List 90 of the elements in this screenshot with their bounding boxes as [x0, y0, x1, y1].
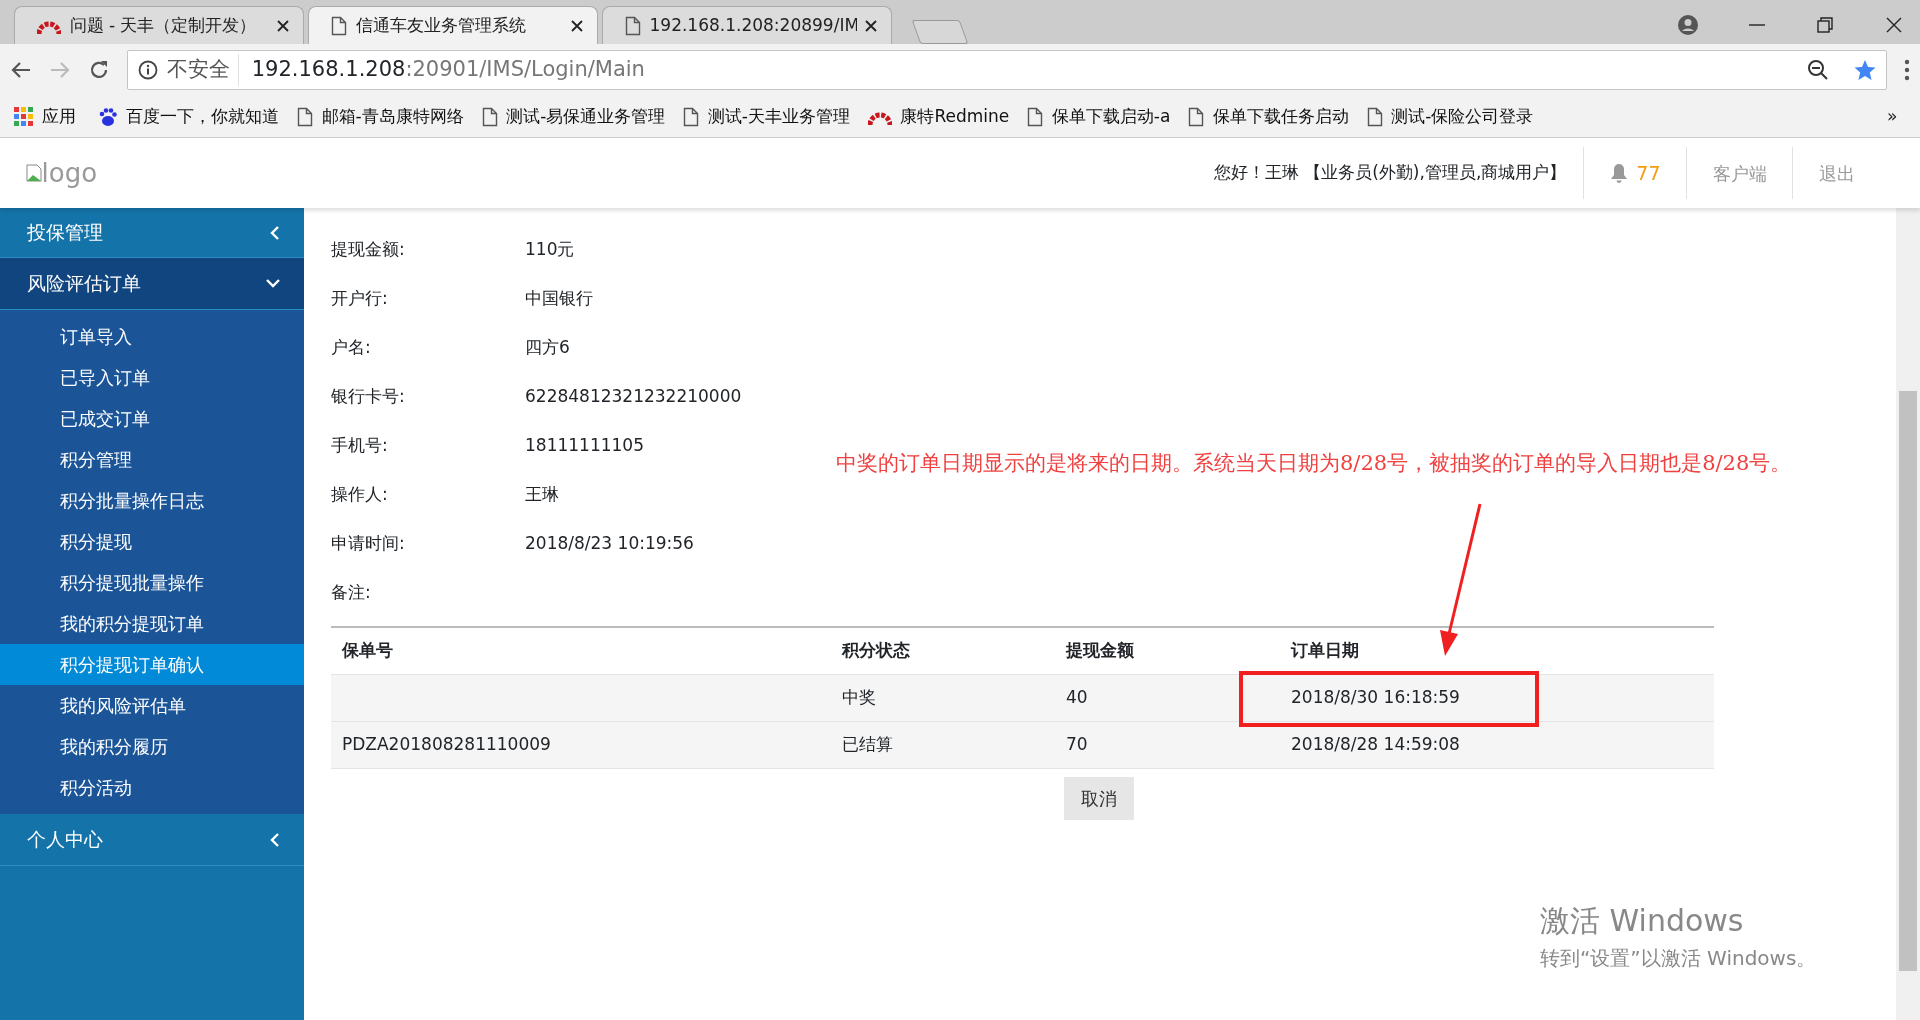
cancel-button[interactable]: 取消 — [1064, 777, 1134, 820]
notification-count: 77 — [1636, 160, 1661, 186]
bell-icon — [1609, 163, 1628, 183]
page-icon — [1366, 106, 1383, 127]
bookmark-link[interactable]: 测试-保险公司登录 — [1391, 103, 1534, 130]
sidebar-item[interactable]: 积分提现批量操作 — [0, 562, 304, 603]
greeting-text: 您好！王琳 【业务员(外勤),管理员,商城用户】 — [1213, 161, 1568, 185]
close-icon — [1885, 16, 1903, 34]
scrollbar[interactable] — [1896, 208, 1920, 1020]
field-value: 四方6 — [525, 335, 570, 359]
restore-icon — [1816, 16, 1834, 34]
field-value: 王琳 — [525, 482, 559, 506]
field-label: 户名: — [331, 335, 372, 359]
column-header: 订单日期 — [1291, 638, 1360, 662]
bookmark-link[interactable]: 邮箱-青岛康特网络 — [321, 103, 464, 130]
apps-grid-icon — [14, 107, 33, 126]
star-icon — [1854, 59, 1876, 81]
minimize-icon — [1749, 24, 1765, 26]
annotation-text: 中奖的订单日期显示的是将来的日期。系统当天日期为8/28号，被抽奖的订单的导入日期也是8/28号。 — [836, 450, 1792, 477]
close-icon — [865, 19, 877, 32]
profile-icon — [1678, 15, 1698, 35]
activation-title: 激活 Windows — [1540, 902, 1745, 940]
close-icon — [277, 19, 289, 32]
field-value: 18111111105 — [525, 433, 644, 457]
field-value: 62284812321232210000 — [525, 384, 742, 408]
table-cell: 中奖 — [842, 686, 876, 707]
page-icon — [683, 106, 700, 127]
field-label: 手机号: — [331, 433, 389, 457]
security-label: 不安全 — [166, 54, 239, 86]
sidebar-item[interactable]: 积分提现订单确认 — [0, 644, 304, 685]
browser-tab[interactable]: 问题 - 天丰（定制开发） — [14, 6, 304, 44]
chevron-left-icon — [270, 832, 280, 847]
field-label: 备注: — [331, 580, 372, 604]
bookmark-link[interactable]: 保单下载启动-a — [1051, 103, 1171, 130]
page-icon — [331, 15, 347, 36]
chevron-left-icon — [270, 225, 280, 240]
field-label: 提现金额: — [331, 237, 406, 261]
reload-icon — [88, 59, 110, 81]
bookmark-link[interactable]: 百度一下，你就知道 — [126, 103, 279, 130]
column-header: 提现金额 — [1066, 638, 1135, 662]
column-header: 积分状态 — [842, 638, 911, 662]
field-value: 110元 — [525, 237, 575, 261]
browser-tab[interactable]: 信通车友业务管理系统 — [308, 6, 598, 44]
sidebar-item[interactable]: 积分提现 — [0, 521, 304, 562]
table-cell: 40 — [1066, 686, 1088, 707]
field-value: 2018/8/23 10:19:56 — [525, 531, 694, 555]
sidebar-group[interactable]: 风险评估订单 — [0, 258, 304, 310]
bookmark-link[interactable]: 保单下载任务启动 — [1212, 103, 1349, 130]
scroll-thumb[interactable] — [1899, 391, 1917, 971]
zoom-out-icon — [1806, 59, 1829, 81]
address-bar[interactable]: 不安全 192.168.1.208:20901/IMS/Login/Main — [127, 50, 1887, 90]
field-value: 中国银行 — [525, 286, 593, 310]
logo-broken-image: logo — [0, 153, 98, 193]
url-text: 192.168.1.208:20901/IMS/Login/Main — [250, 56, 645, 84]
table-cell: PDZA201808281110009 — [342, 733, 551, 754]
field-label: 操作人: — [331, 482, 389, 506]
table-cell: 2018/8/28 14:59:08 — [1291, 733, 1460, 754]
info-icon — [138, 60, 158, 80]
sidebar-item[interactable]: 积分管理 — [0, 439, 304, 480]
sidebar-item[interactable]: 我的风险评估单 — [0, 685, 304, 726]
bookmark-link[interactable]: 康特Redmine — [900, 103, 1010, 130]
field-label: 申请时间: — [331, 531, 406, 555]
sidebar-item[interactable]: 积分批量操作日志 — [0, 480, 304, 521]
sidebar-item[interactable]: 我的积分履历 — [0, 726, 304, 767]
close-icon — [571, 19, 583, 32]
menu-icon — [1904, 59, 1910, 81]
bookmark-link[interactable]: 测试-天丰业务管理 — [707, 103, 850, 130]
page-icon — [625, 15, 641, 36]
column-header: 保单号 — [341, 638, 394, 662]
page-icon — [481, 106, 498, 127]
bookmark-link[interactable]: 测试-易保通业务管理 — [506, 103, 666, 130]
sidebar-item[interactable]: 积分活动 — [0, 767, 304, 808]
more-bookmarks-button[interactable]: » — [1887, 103, 1906, 130]
sidebar-item[interactable]: 订单导入 — [0, 316, 304, 357]
table-cell: 2018/8/30 16:18:59 — [1291, 686, 1460, 707]
field-label: 开户行: — [331, 286, 389, 310]
table-cell: 70 — [1066, 733, 1088, 754]
page-icon — [1027, 106, 1044, 127]
field-label: 银行卡号: — [331, 384, 406, 408]
activation-hint: 转到“设置”以激活 Windows。 — [1540, 945, 1817, 972]
broken-image-icon — [25, 164, 42, 182]
page-icon — [1188, 106, 1205, 127]
table-cell: 已结算 — [842, 733, 893, 754]
chevron-down-icon — [266, 278, 280, 289]
bookmark-link[interactable]: 应用 — [41, 103, 76, 130]
sidebar-item[interactable]: 已成交订单 — [0, 398, 304, 439]
page-icon — [297, 106, 313, 127]
sidebar-item[interactable]: 已导入订单 — [0, 357, 304, 398]
paw-icon — [97, 106, 118, 127]
sidebar-item[interactable]: 我的积分提现订单 — [0, 603, 304, 644]
